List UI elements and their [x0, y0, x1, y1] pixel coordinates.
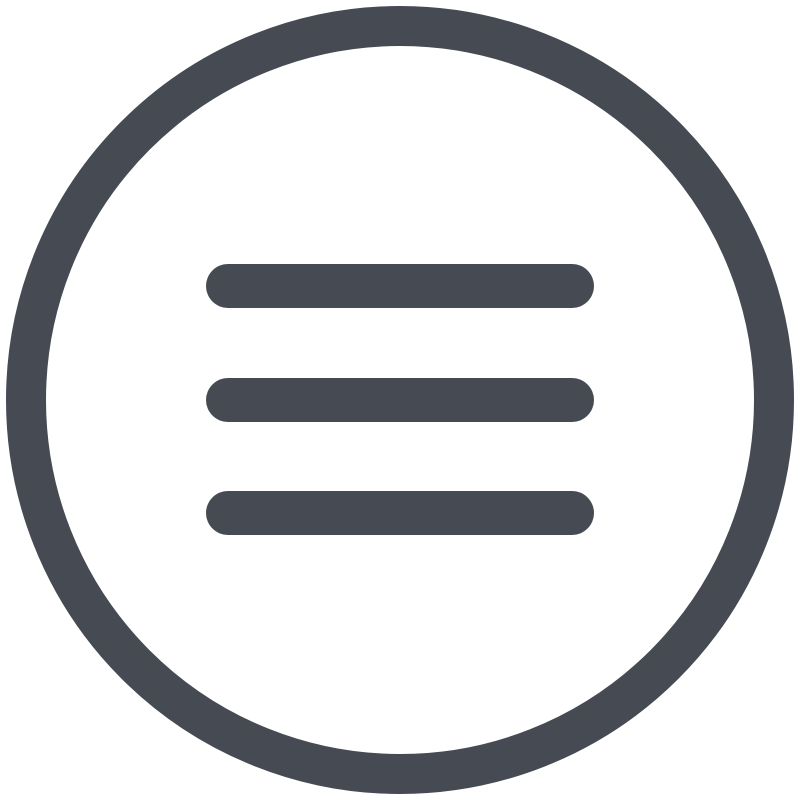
hamburger-menu-circle-icon	[6, 6, 794, 794]
menu-button[interactable]	[0, 0, 800, 800]
